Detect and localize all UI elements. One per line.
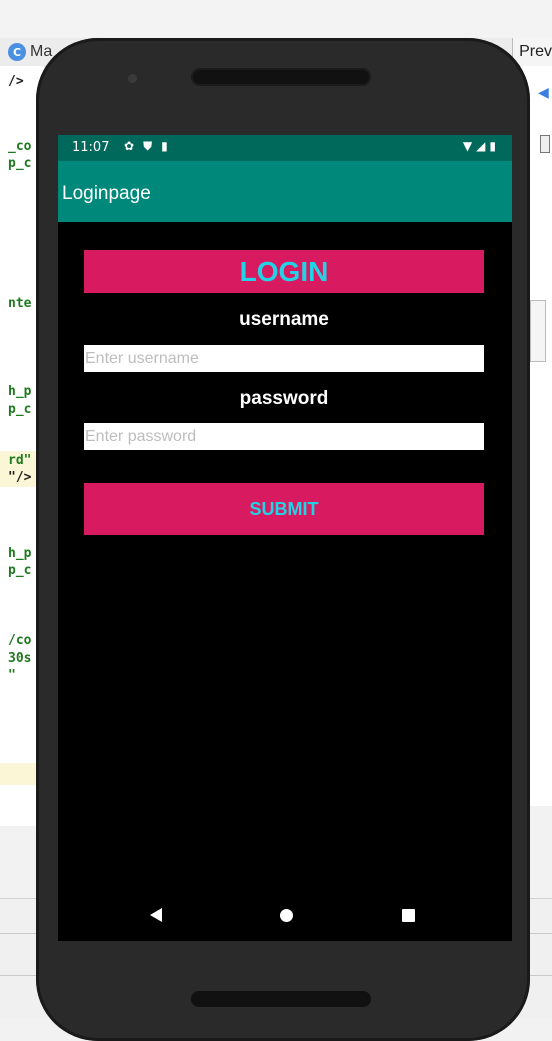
status-bar: 11:07 ✿ ⛊ ▮ ▼ ◢ ▮ [58,135,512,161]
code-fragment: p_c [8,402,32,417]
shield-icon: ⛊ [143,139,153,153]
code-fragment: nte [8,296,32,311]
navigation-bar [58,891,512,941]
code-fragment: "/> [8,470,32,485]
battery-icon: ▮ [489,139,496,153]
scrollbar[interactable] [530,300,546,362]
sd-card-icon: ▮ [161,139,168,153]
code-fragment: p_c [8,156,32,171]
wifi-icon: ▼ [462,139,473,153]
code-fragment: /co [8,633,32,648]
username-input[interactable] [84,345,484,372]
code-fragment: h_p [8,546,32,561]
panel-handle[interactable] [540,135,550,153]
app-title: Loginpage [62,183,151,204]
code-fragment: p_c [8,563,32,578]
signal-icon: ◢ [476,139,486,153]
android-studio-preview: C Ma Prev /> _co p_c nte h_p p_c rd" "/>… [0,0,552,1041]
chevron-left-icon[interactable]: ◀ [538,84,549,101]
camera-icon [128,74,137,83]
device-screen: 11:07 ✿ ⛊ ▮ ▼ ◢ ▮ Loginpage LOGIN userna… [58,135,512,941]
code-fragment: h_p [8,384,32,399]
status-time: 11:07 [72,140,110,155]
home-icon[interactable] [280,909,293,922]
code-fragment: rd" [8,453,32,468]
gear-icon: ✿ [124,139,135,153]
code-fragment: /> [8,74,24,89]
editor-tab-main[interactable]: C Ma [8,38,52,66]
preview-tab[interactable]: Prev [512,38,552,66]
login-heading: LOGIN [239,255,329,287]
code-fragment: _co [8,139,32,154]
app-bar: Loginpage [58,161,512,222]
password-input[interactable] [84,423,484,450]
back-icon[interactable] [150,908,162,922]
submit-button-label: SUBMIT [249,498,319,519]
class-file-icon: C [8,43,26,61]
editor-tab-label: Ma [30,43,53,60]
password-label: password [239,388,329,409]
ide-toolbar [0,0,552,38]
code-fragment: " [8,668,16,683]
speaker-grille [191,68,371,86]
username-label: username [239,309,329,330]
recents-icon[interactable] [402,909,415,922]
preview-tab-label: Prev [519,43,552,60]
code-fragment: 30s [8,651,32,666]
submit-button[interactable]: SUBMIT [84,483,484,535]
speaker-grille [191,991,371,1007]
login-banner: LOGIN [84,250,484,293]
